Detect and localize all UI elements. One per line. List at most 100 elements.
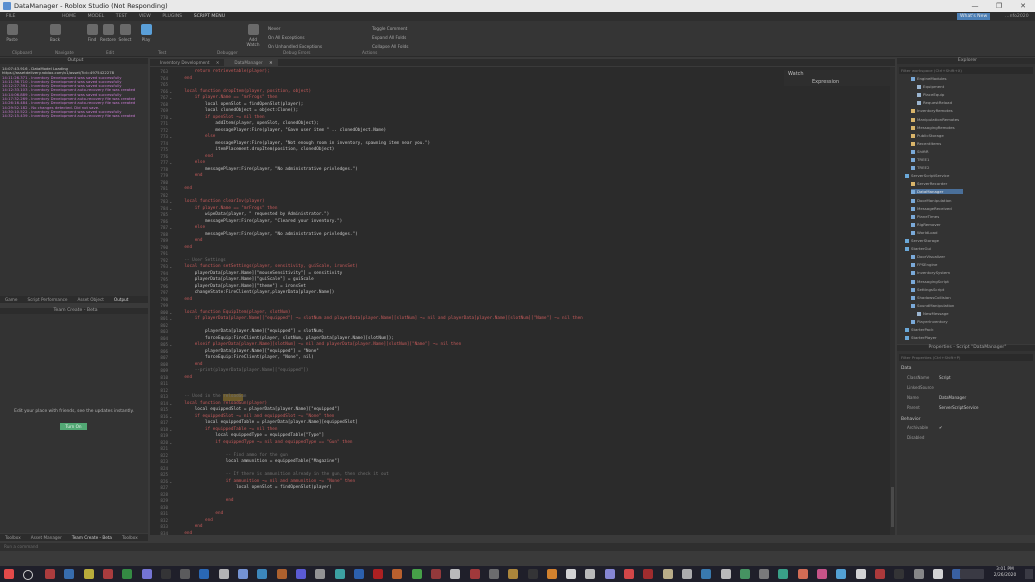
taskbar-app-icon[interactable]	[450, 569, 461, 579]
taskbar-app-icon[interactable]	[527, 569, 538, 579]
tab-team-create[interactable]: Team Create - Beta	[67, 534, 117, 541]
explorer-item[interactable]: InventorySystem	[911, 270, 950, 276]
property-value[interactable]: ServerScriptService	[939, 405, 979, 410]
explorer-item[interactable]: StarterPlayer	[905, 335, 937, 341]
menu-script-menu[interactable]: SCRIPT MENU	[194, 12, 225, 21]
explorer-item[interactable]: EngineModules	[911, 76, 947, 81]
explorer-item[interactable]: MessagingScript	[911, 279, 949, 284]
explorer-item[interactable]: StarterGui	[905, 246, 931, 252]
editor-scrollbar-thumb[interactable]	[891, 487, 894, 527]
explorer-item[interactable]: WorldLoad	[911, 230, 937, 235]
explorer-item[interactable]: InventoryRemotes	[911, 108, 953, 114]
tab-output[interactable]: Output	[109, 296, 134, 303]
taskbar-app-icon[interactable]	[238, 569, 248, 579]
explorer-item[interactable]: Equipment	[917, 84, 944, 90]
taskbar-app-icon[interactable]	[160, 569, 171, 579]
fold-toggle-icon[interactable]: ⌄	[169, 316, 172, 321]
properties-section-behavior[interactable]: Behavior	[901, 417, 921, 422]
fold-toggle-icon[interactable]: ⌄	[169, 95, 172, 100]
expand-all-folds-button[interactable]: Expand All Folds	[372, 33, 408, 42]
property-value[interactable]: DataManager	[939, 395, 966, 400]
taskbar-app-icon[interactable]	[141, 569, 152, 579]
taskbar-app-icon[interactable]	[932, 569, 943, 579]
taskbar-app-icon[interactable]	[411, 569, 422, 579]
explorer-item[interactable]: TREE2	[911, 165, 929, 171]
taskbar-app-icon[interactable]	[431, 569, 441, 579]
debug-all-exceptions-option[interactable]: On All Exceptions	[268, 33, 322, 42]
toggle-comment-button[interactable]: Toggle Comment	[372, 24, 408, 33]
property-value[interactable]: Script	[939, 375, 951, 380]
taskbar-app-icon[interactable]	[122, 569, 133, 579]
taskbar-app-icon[interactable]	[218, 569, 229, 579]
fold-toggle-icon[interactable]: ⌄	[169, 427, 172, 432]
restore-button[interactable]: Restore	[100, 24, 116, 42]
explorer-item[interactable]: ShiftR	[911, 149, 929, 154]
select-button[interactable]: Select	[118, 24, 132, 42]
fold-toggle-icon[interactable]: ⌄	[169, 225, 172, 230]
fold-toggle-icon[interactable]: ⌄	[169, 479, 172, 484]
taskbar-app-icon[interactable]	[199, 569, 210, 579]
explorer-item[interactable]: DoorManipulation	[911, 198, 952, 203]
explorer-item[interactable]: TREE1	[911, 157, 929, 162]
explorer-filter-input[interactable]: Filter workspace (Ctrl+Shift+X)	[899, 67, 1033, 74]
user-name[interactable]: …nfo2020	[1005, 12, 1029, 21]
play-button[interactable]: Play	[140, 24, 152, 42]
fold-toggle-icon[interactable]: ⌄	[169, 134, 172, 139]
taskbar-app-icon[interactable]	[257, 569, 268, 579]
taskbar-app-icon[interactable]	[585, 569, 596, 579]
taskbar-app-icon[interactable]	[855, 569, 866, 579]
back-button[interactable]: Back	[48, 24, 62, 42]
paste-button[interactable]: Paste	[5, 24, 19, 42]
taskbar-app-icon[interactable]	[874, 569, 885, 579]
taskbar-app-icon[interactable]	[508, 569, 519, 579]
minimize-button[interactable]: —	[963, 0, 987, 12]
taskbar-app-icon[interactable]	[83, 569, 94, 579]
close-button[interactable]: ✕	[1011, 0, 1035, 12]
explorer-item[interactable]: PlayerInventory	[911, 319, 948, 324]
menu-plugins[interactable]: PLUGINS	[162, 12, 182, 21]
tab-script-performance[interactable]: Script Performance	[22, 296, 72, 303]
explorer-item[interactable]: RigRemover	[911, 222, 941, 227]
tab-game[interactable]: Game	[0, 296, 22, 303]
explorer-item[interactable]: NewMessage	[917, 311, 949, 316]
taskbar-app-icon[interactable]	[373, 569, 384, 579]
taskbar-app-icon[interactable]	[334, 569, 345, 579]
taskbar-app-icon[interactable]	[295, 569, 306, 579]
whats-new-button[interactable]: What's New	[957, 13, 991, 20]
explorer-item[interactable]: ServerStorage	[905, 238, 939, 243]
add-watch-button[interactable]: Add Watch	[246, 24, 260, 47]
collapse-all-folds-button[interactable]: Collapse All Folds	[372, 42, 408, 51]
taskbar-app-icon[interactable]	[64, 569, 75, 579]
menu-test[interactable]: TEST	[116, 12, 127, 21]
properties-section-data[interactable]: Data	[901, 366, 911, 371]
explorer-item[interactable]: MessagingRemotes	[911, 125, 955, 130]
fold-toggle-icon[interactable]: ⌄	[169, 342, 172, 347]
explorer-item[interactable]: ManipulationRemotes	[911, 117, 959, 122]
taskbar-app-icon[interactable]	[392, 569, 403, 579]
taskbar-app-icon[interactable]	[604, 569, 615, 579]
tab-toolbox-2[interactable]: Toolbox	[117, 534, 143, 541]
tab-toolbox[interactable]: Toolbox	[0, 534, 26, 541]
taskbar-app-icon[interactable]	[45, 569, 55, 579]
taskbar-app-icon[interactable]	[817, 569, 827, 579]
tab-asset-object[interactable]: Asset Object	[72, 296, 108, 303]
explorer-item[interactable]: PlaceEquip	[917, 92, 944, 98]
explorer-item[interactable]: PlaneTimes	[911, 214, 939, 219]
find-button[interactable]: Find	[86, 24, 98, 42]
menu-model[interactable]: MODEL	[88, 12, 105, 21]
fold-toggle-icon[interactable]: ⌄	[169, 414, 172, 419]
command-bar-input[interactable]: Run a command	[0, 543, 1035, 551]
fold-toggle-icon[interactable]: ⌄	[169, 89, 172, 94]
explorer-item[interactable]: ServerScriptService	[905, 173, 949, 179]
explorer-item[interactable]: ServerRecorder	[911, 181, 947, 187]
taskbar-app-icon[interactable]	[180, 569, 191, 579]
taskbar-app-icon[interactable]	[836, 569, 847, 579]
debug-never-option[interactable]: Never	[268, 24, 322, 33]
explorer-item[interactable]: RecentItems	[911, 141, 941, 146]
properties-filter-input[interactable]: Filter Properties (Ctrl+Shift+P)	[899, 354, 1033, 361]
taskbar-app-icon[interactable]	[315, 569, 326, 579]
explorer-item[interactable]: SoundManipulation	[911, 303, 954, 308]
taskbar-app-icon[interactable]	[566, 569, 577, 579]
menu-view[interactable]: VIEW	[139, 12, 151, 21]
explorer-item[interactable]: DataManager	[911, 189, 964, 195]
